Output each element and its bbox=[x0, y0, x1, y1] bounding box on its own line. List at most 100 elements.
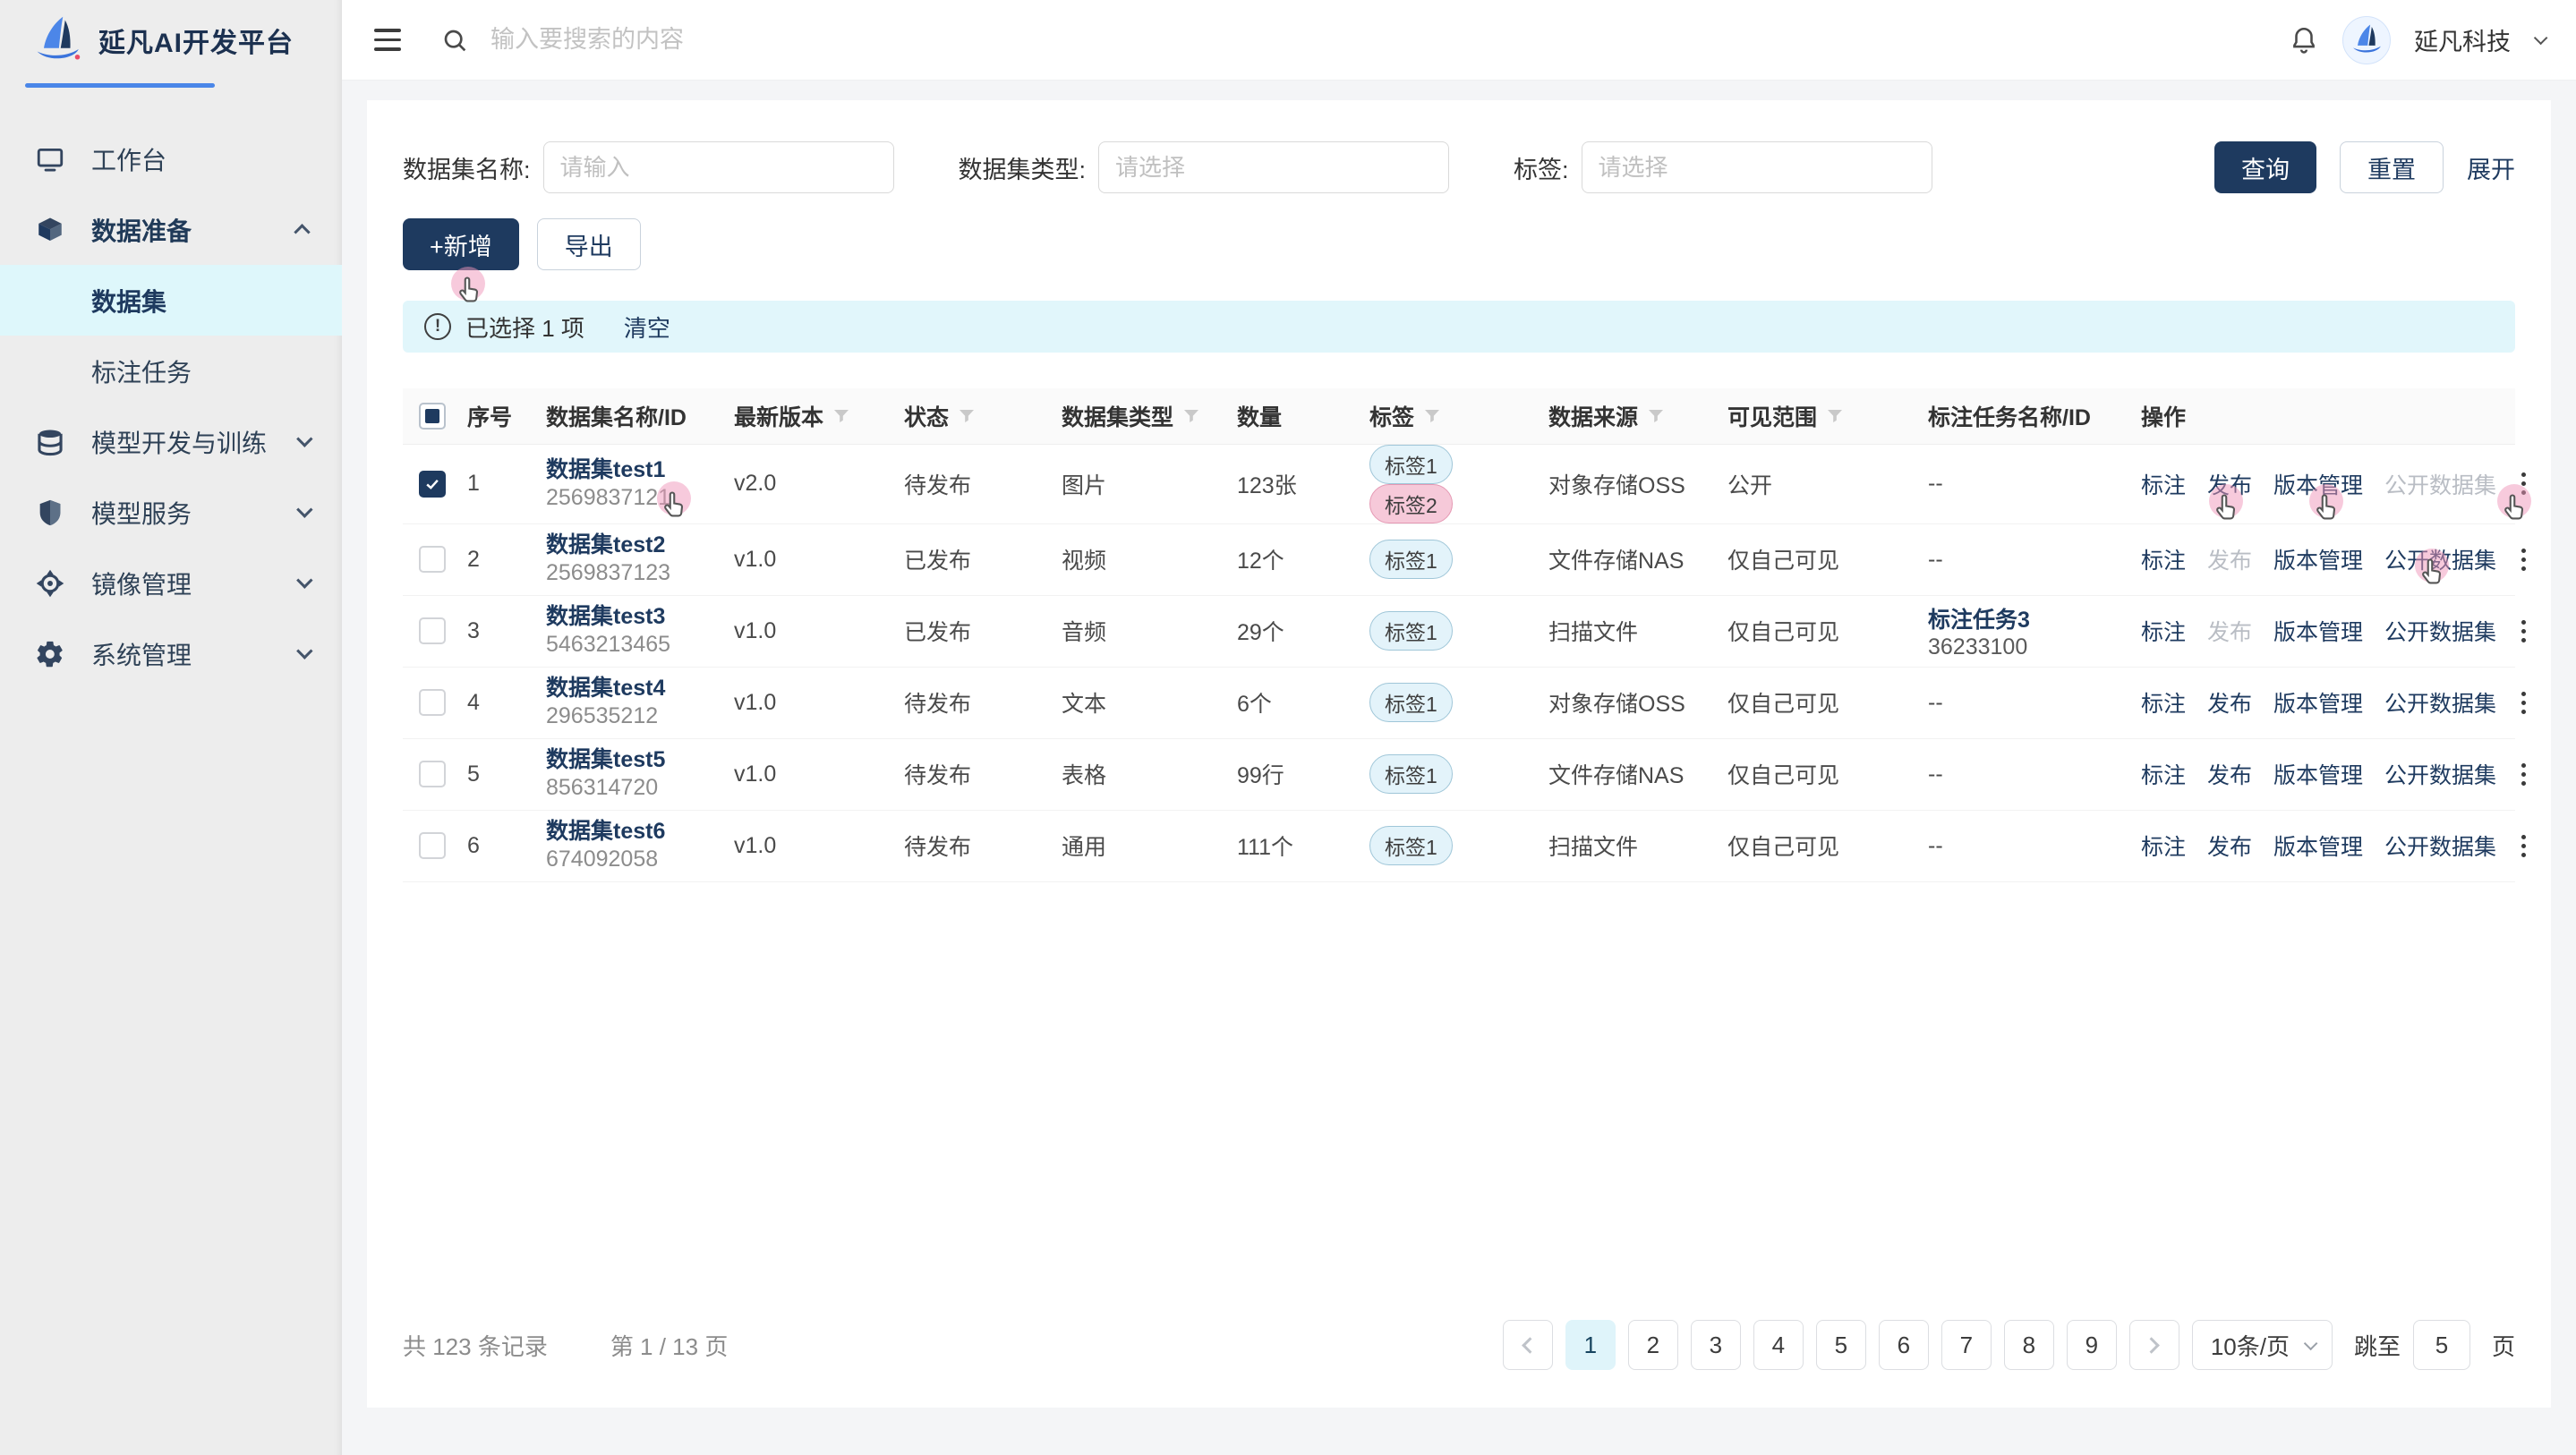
publish-link[interactable]: 发布 bbox=[2207, 686, 2252, 719]
more-actions-icon[interactable] bbox=[2518, 760, 2529, 789]
dataset-quantity: 123张 bbox=[1230, 444, 1362, 523]
page-button-2[interactable]: 2 bbox=[1628, 1320, 1678, 1370]
chevron-down-icon[interactable] bbox=[2534, 31, 2548, 46]
row-checkbox[interactable] bbox=[419, 689, 446, 716]
version-management-link[interactable]: 版本管理 bbox=[2273, 686, 2363, 719]
search-icon[interactable] bbox=[440, 26, 469, 55]
tag-badge: 标签1 bbox=[1369, 826, 1453, 865]
dataset-name-link[interactable]: 数据集test2 bbox=[546, 532, 720, 559]
filter-funnel-icon[interactable] bbox=[1826, 407, 1844, 425]
dataset-name-link[interactable]: 数据集test6 bbox=[546, 818, 720, 846]
chevron-up-icon bbox=[294, 224, 310, 240]
row-checkbox[interactable] bbox=[419, 617, 446, 644]
expand-link[interactable]: 展开 bbox=[2467, 150, 2515, 185]
dataset-name-link[interactable]: 数据集test1 bbox=[546, 456, 720, 484]
clear-selection-link[interactable]: 清空 bbox=[624, 311, 670, 344]
page-button-3[interactable]: 3 bbox=[1691, 1320, 1741, 1370]
more-actions-icon[interactable] bbox=[2518, 831, 2529, 861]
selection-count-text: 已选择 1 项 bbox=[465, 311, 584, 344]
row-checkbox[interactable] bbox=[419, 761, 446, 787]
publish-link[interactable]: 发布 bbox=[2207, 758, 2252, 790]
row-checkbox[interactable] bbox=[419, 471, 446, 498]
filter-funnel-icon[interactable] bbox=[1647, 407, 1665, 425]
dataset-name-link[interactable]: 数据集test3 bbox=[546, 603, 720, 631]
page-button-8[interactable]: 8 bbox=[2004, 1320, 2054, 1370]
page-size-select[interactable]: 10条/页 bbox=[2192, 1320, 2333, 1370]
dataset-id-text: 674092058 bbox=[546, 846, 720, 873]
sidebar-item-image-mgmt[interactable]: 镜像管理 bbox=[0, 548, 342, 618]
export-button[interactable]: 导出 bbox=[537, 218, 641, 270]
sidebar-item-model-service[interactable]: 模型服务 bbox=[0, 477, 342, 548]
sidebar-subitem-annotation-task[interactable]: 标注任务 bbox=[0, 336, 342, 406]
prev-page-button[interactable] bbox=[1503, 1320, 1553, 1370]
public-dataset-link[interactable]: 公开数据集 bbox=[2384, 686, 2496, 719]
dataset-name-link[interactable]: 数据集test5 bbox=[546, 746, 720, 774]
column-header-quantity: 数量 bbox=[1230, 388, 1362, 444]
row-checkbox[interactable] bbox=[419, 546, 446, 573]
tag-filter-select[interactable] bbox=[1582, 141, 1932, 193]
next-page-button[interactable] bbox=[2129, 1320, 2179, 1370]
version-management-link[interactable]: 版本管理 bbox=[2273, 543, 2363, 575]
publish-link[interactable]: 发布 bbox=[2207, 468, 2252, 500]
version-management-link[interactable]: 版本管理 bbox=[2273, 758, 2363, 790]
version-management-link[interactable]: 版本管理 bbox=[2273, 615, 2363, 647]
sidebar-subitem-dataset[interactable]: 数据集 bbox=[0, 265, 342, 336]
annotate-link[interactable]: 标注 bbox=[2141, 468, 2186, 500]
annotate-link[interactable]: 标注 bbox=[2141, 830, 2186, 862]
jump-page-input[interactable] bbox=[2413, 1320, 2470, 1370]
notification-bell-icon[interactable] bbox=[2289, 25, 2319, 55]
user-avatar[interactable] bbox=[2342, 16, 2391, 64]
page-button-9[interactable]: 9 bbox=[2067, 1320, 2117, 1370]
annotate-link[interactable]: 标注 bbox=[2141, 686, 2186, 719]
select-all-checkbox[interactable] bbox=[419, 403, 446, 430]
filter-funnel-icon[interactable] bbox=[832, 407, 850, 425]
column-header-source[interactable]: 数据来源 bbox=[1541, 388, 1720, 444]
sidebar-item-data-prep[interactable]: 数据准备 bbox=[0, 194, 342, 265]
annotate-link[interactable]: 标注 bbox=[2141, 758, 2186, 790]
public-dataset-link[interactable]: 公开数据集 bbox=[2384, 758, 2496, 790]
page-button-4[interactable]: 4 bbox=[1753, 1320, 1804, 1370]
sidebar-item-system-mgmt[interactable]: 系统管理 bbox=[0, 618, 342, 689]
dataset-name-link[interactable]: 数据集test4 bbox=[546, 675, 720, 702]
global-search-input[interactable] bbox=[490, 26, 2289, 54]
annotate-link[interactable]: 标注 bbox=[2141, 543, 2186, 575]
public-dataset-link[interactable]: 公开数据集 bbox=[2384, 543, 2496, 575]
filter-funnel-icon[interactable] bbox=[958, 407, 976, 425]
more-actions-icon[interactable] bbox=[2518, 617, 2529, 646]
column-header-visibility[interactable]: 可见范围 bbox=[1720, 388, 1921, 444]
more-actions-icon[interactable] bbox=[2518, 469, 2529, 498]
column-header-status[interactable]: 状态 bbox=[897, 388, 1054, 444]
reset-button[interactable]: 重置 bbox=[2340, 141, 2444, 193]
row-checkbox[interactable] bbox=[419, 832, 446, 859]
more-actions-icon[interactable] bbox=[2518, 688, 2529, 718]
page-button-1[interactable]: 1 bbox=[1565, 1320, 1616, 1370]
add-button[interactable]: +新增 bbox=[403, 218, 519, 270]
annotate-link[interactable]: 标注 bbox=[2141, 615, 2186, 647]
version-management-link[interactable]: 版本管理 bbox=[2273, 830, 2363, 862]
dataset-type-select[interactable] bbox=[1098, 141, 1449, 193]
more-actions-icon[interactable] bbox=[2518, 545, 2529, 574]
publish-link[interactable]: 发布 bbox=[2207, 830, 2252, 862]
task-name-link[interactable]: 标注任务3 bbox=[1928, 602, 2127, 634]
selection-banner: ! 已选择 1 项 清空 bbox=[403, 301, 2515, 353]
app-title: 延凡AI开发平台 bbox=[98, 21, 294, 60]
filter-funnel-icon[interactable] bbox=[1423, 407, 1441, 425]
tag-filter-label: 标签: bbox=[1514, 150, 1569, 185]
column-header-type[interactable]: 数据集类型 bbox=[1054, 388, 1230, 444]
hamburger-menu-icon[interactable] bbox=[374, 29, 401, 51]
table-header-row: 序号数据集名称/ID最新版本状态数据集类型数量标签数据来源可见范围标注任务名称/… bbox=[403, 388, 2515, 444]
page-button-5[interactable]: 5 bbox=[1816, 1320, 1866, 1370]
column-header-version[interactable]: 最新版本 bbox=[727, 388, 897, 444]
public-dataset-link[interactable]: 公开数据集 bbox=[2384, 615, 2496, 647]
filter-funnel-icon[interactable] bbox=[1182, 407, 1200, 425]
sidebar-item-workbench[interactable]: 工作台 bbox=[0, 123, 342, 194]
company-name[interactable]: 延凡科技 bbox=[2414, 22, 2511, 57]
column-header-tags[interactable]: 标签 bbox=[1362, 388, 1541, 444]
public-dataset-link[interactable]: 公开数据集 bbox=[2384, 830, 2496, 862]
dataset-name-input[interactable] bbox=[543, 141, 894, 193]
sidebar-item-model-dev[interactable]: 模型开发与训练 bbox=[0, 406, 342, 477]
search-button[interactable]: 查询 bbox=[2214, 141, 2316, 193]
page-button-6[interactable]: 6 bbox=[1879, 1320, 1929, 1370]
version-management-link[interactable]: 版本管理 bbox=[2273, 468, 2363, 500]
page-button-7[interactable]: 7 bbox=[1941, 1320, 1992, 1370]
